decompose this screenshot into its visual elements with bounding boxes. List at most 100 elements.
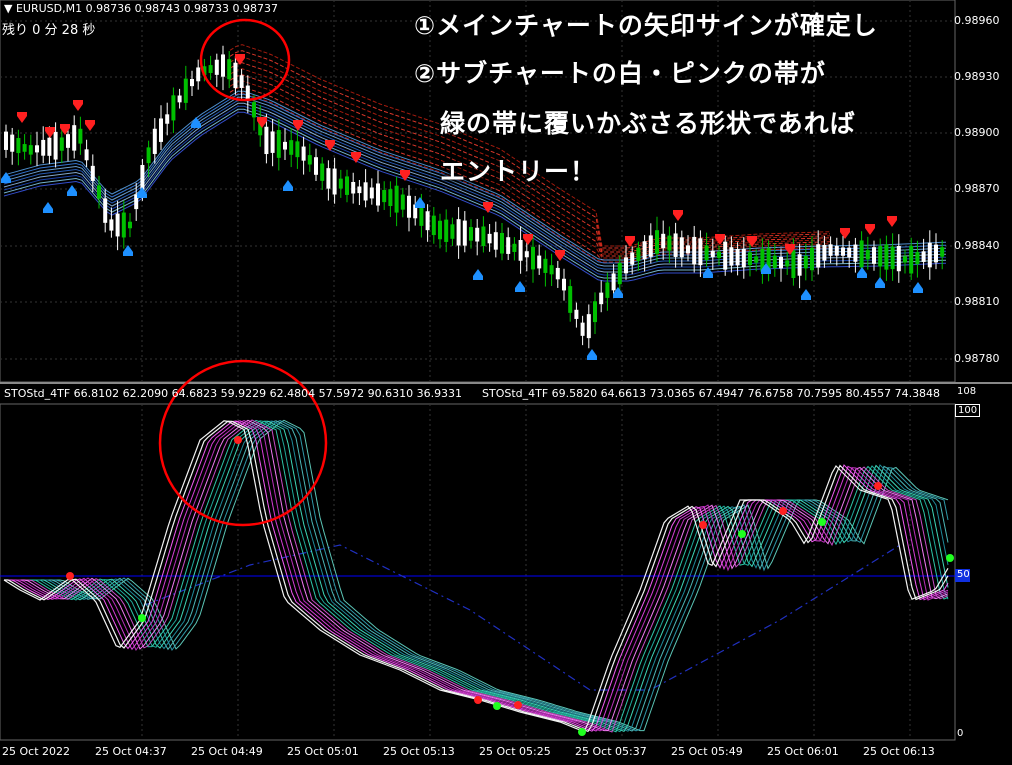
candle-body (481, 226, 486, 247)
candle-body (710, 250, 715, 257)
candle-body (41, 139, 46, 156)
candle-body (4, 131, 8, 150)
candle-body (903, 256, 907, 263)
candle-body (568, 286, 573, 313)
candle-body (853, 244, 858, 262)
buy-signal-dot (493, 702, 501, 710)
candle-body (190, 78, 194, 87)
candle-body (407, 195, 411, 218)
candle-body (146, 147, 151, 164)
candle-body (667, 235, 672, 251)
candle-body (47, 137, 52, 156)
candle-body (376, 183, 380, 206)
sell-signal-dot (779, 507, 787, 515)
candle-body (245, 85, 250, 100)
sell-signal-dot (66, 572, 74, 580)
candle-body (859, 240, 864, 268)
buy-signal-dot (946, 554, 954, 562)
candle-body (779, 256, 783, 269)
price-label: 0.98870 (954, 182, 1000, 195)
candle-body (59, 137, 64, 151)
sell-signal-dot (234, 436, 242, 444)
candle-body (462, 220, 467, 246)
candle-body (103, 198, 108, 223)
candle-body (121, 212, 126, 238)
candle-body (208, 65, 213, 73)
candle-body (748, 252, 752, 266)
candle-body (549, 265, 554, 275)
candle-body (28, 145, 33, 155)
time-label: 25 Oct 04:49 (191, 745, 263, 758)
candle-body (927, 242, 932, 268)
candle-body (816, 244, 821, 268)
candle-body (834, 246, 839, 256)
sell-signal-dot (474, 696, 482, 704)
candle-body (717, 251, 721, 258)
candle-body (493, 232, 498, 250)
time-label: 25 Oct 05:13 (383, 745, 455, 758)
candle-body (735, 248, 740, 266)
candle-body (704, 245, 709, 261)
candle-body (214, 59, 219, 75)
candle-body (673, 233, 678, 257)
candle-body (456, 219, 461, 246)
candle-body (847, 247, 852, 258)
candle-body (438, 220, 442, 240)
candle-body (531, 246, 535, 270)
candle-body (394, 185, 399, 213)
time-label: 25 Oct 05:49 (671, 745, 743, 758)
sell-signal-dot (874, 482, 882, 490)
candle-body (165, 114, 170, 124)
candle-body (84, 149, 89, 161)
candle-body (909, 245, 914, 274)
indicator-scale-min: 0 (957, 728, 964, 739)
candle-body (890, 246, 895, 270)
candle-body (518, 239, 523, 261)
candle-body (611, 273, 616, 291)
candle-body (828, 244, 833, 256)
candle-body (865, 250, 870, 260)
candle-body (797, 254, 802, 276)
candle-body (78, 128, 83, 144)
candle-body (698, 238, 703, 266)
candle-body (233, 62, 238, 89)
candle-body (655, 230, 659, 254)
time-label: 25 Oct 05:25 (479, 745, 551, 758)
candle-body (940, 247, 945, 257)
candle-body (537, 255, 542, 269)
candle-body (338, 178, 343, 189)
candle-body (314, 157, 318, 175)
candle-body (227, 59, 232, 80)
candle-body (896, 245, 901, 272)
candle-body (921, 251, 926, 262)
candle-body (524, 251, 529, 258)
candle-body (934, 244, 938, 263)
sell-signal-dot (514, 701, 522, 709)
candle-body (605, 282, 610, 298)
candle-body (115, 213, 120, 237)
buy-signal-dot (818, 518, 826, 526)
candle-body (679, 237, 684, 258)
indicator-label-right: STOStd_4TF 69.5820 64.6613 73.0365 67.49… (482, 387, 941, 400)
candle-body (475, 227, 480, 242)
candle-body (177, 95, 182, 103)
candle-body (97, 185, 101, 199)
indicator-frame (0, 403, 956, 741)
price-label: 0.98780 (954, 352, 1000, 365)
candle-body (487, 233, 492, 244)
price-label: 0.98810 (954, 295, 1000, 308)
candle-body (72, 125, 77, 151)
candle-body (53, 131, 58, 160)
candle-body (648, 235, 653, 257)
candle-body (16, 138, 21, 154)
candle-body (754, 256, 759, 263)
candle-body (512, 243, 517, 252)
candle-body (289, 140, 294, 155)
candle-body (555, 267, 560, 280)
candle-body (450, 224, 455, 239)
candle-body (785, 260, 790, 267)
price-label: 0.98960 (954, 14, 1000, 27)
candle-body (915, 252, 920, 265)
candle-body (369, 187, 374, 199)
candle-body (599, 292, 604, 305)
